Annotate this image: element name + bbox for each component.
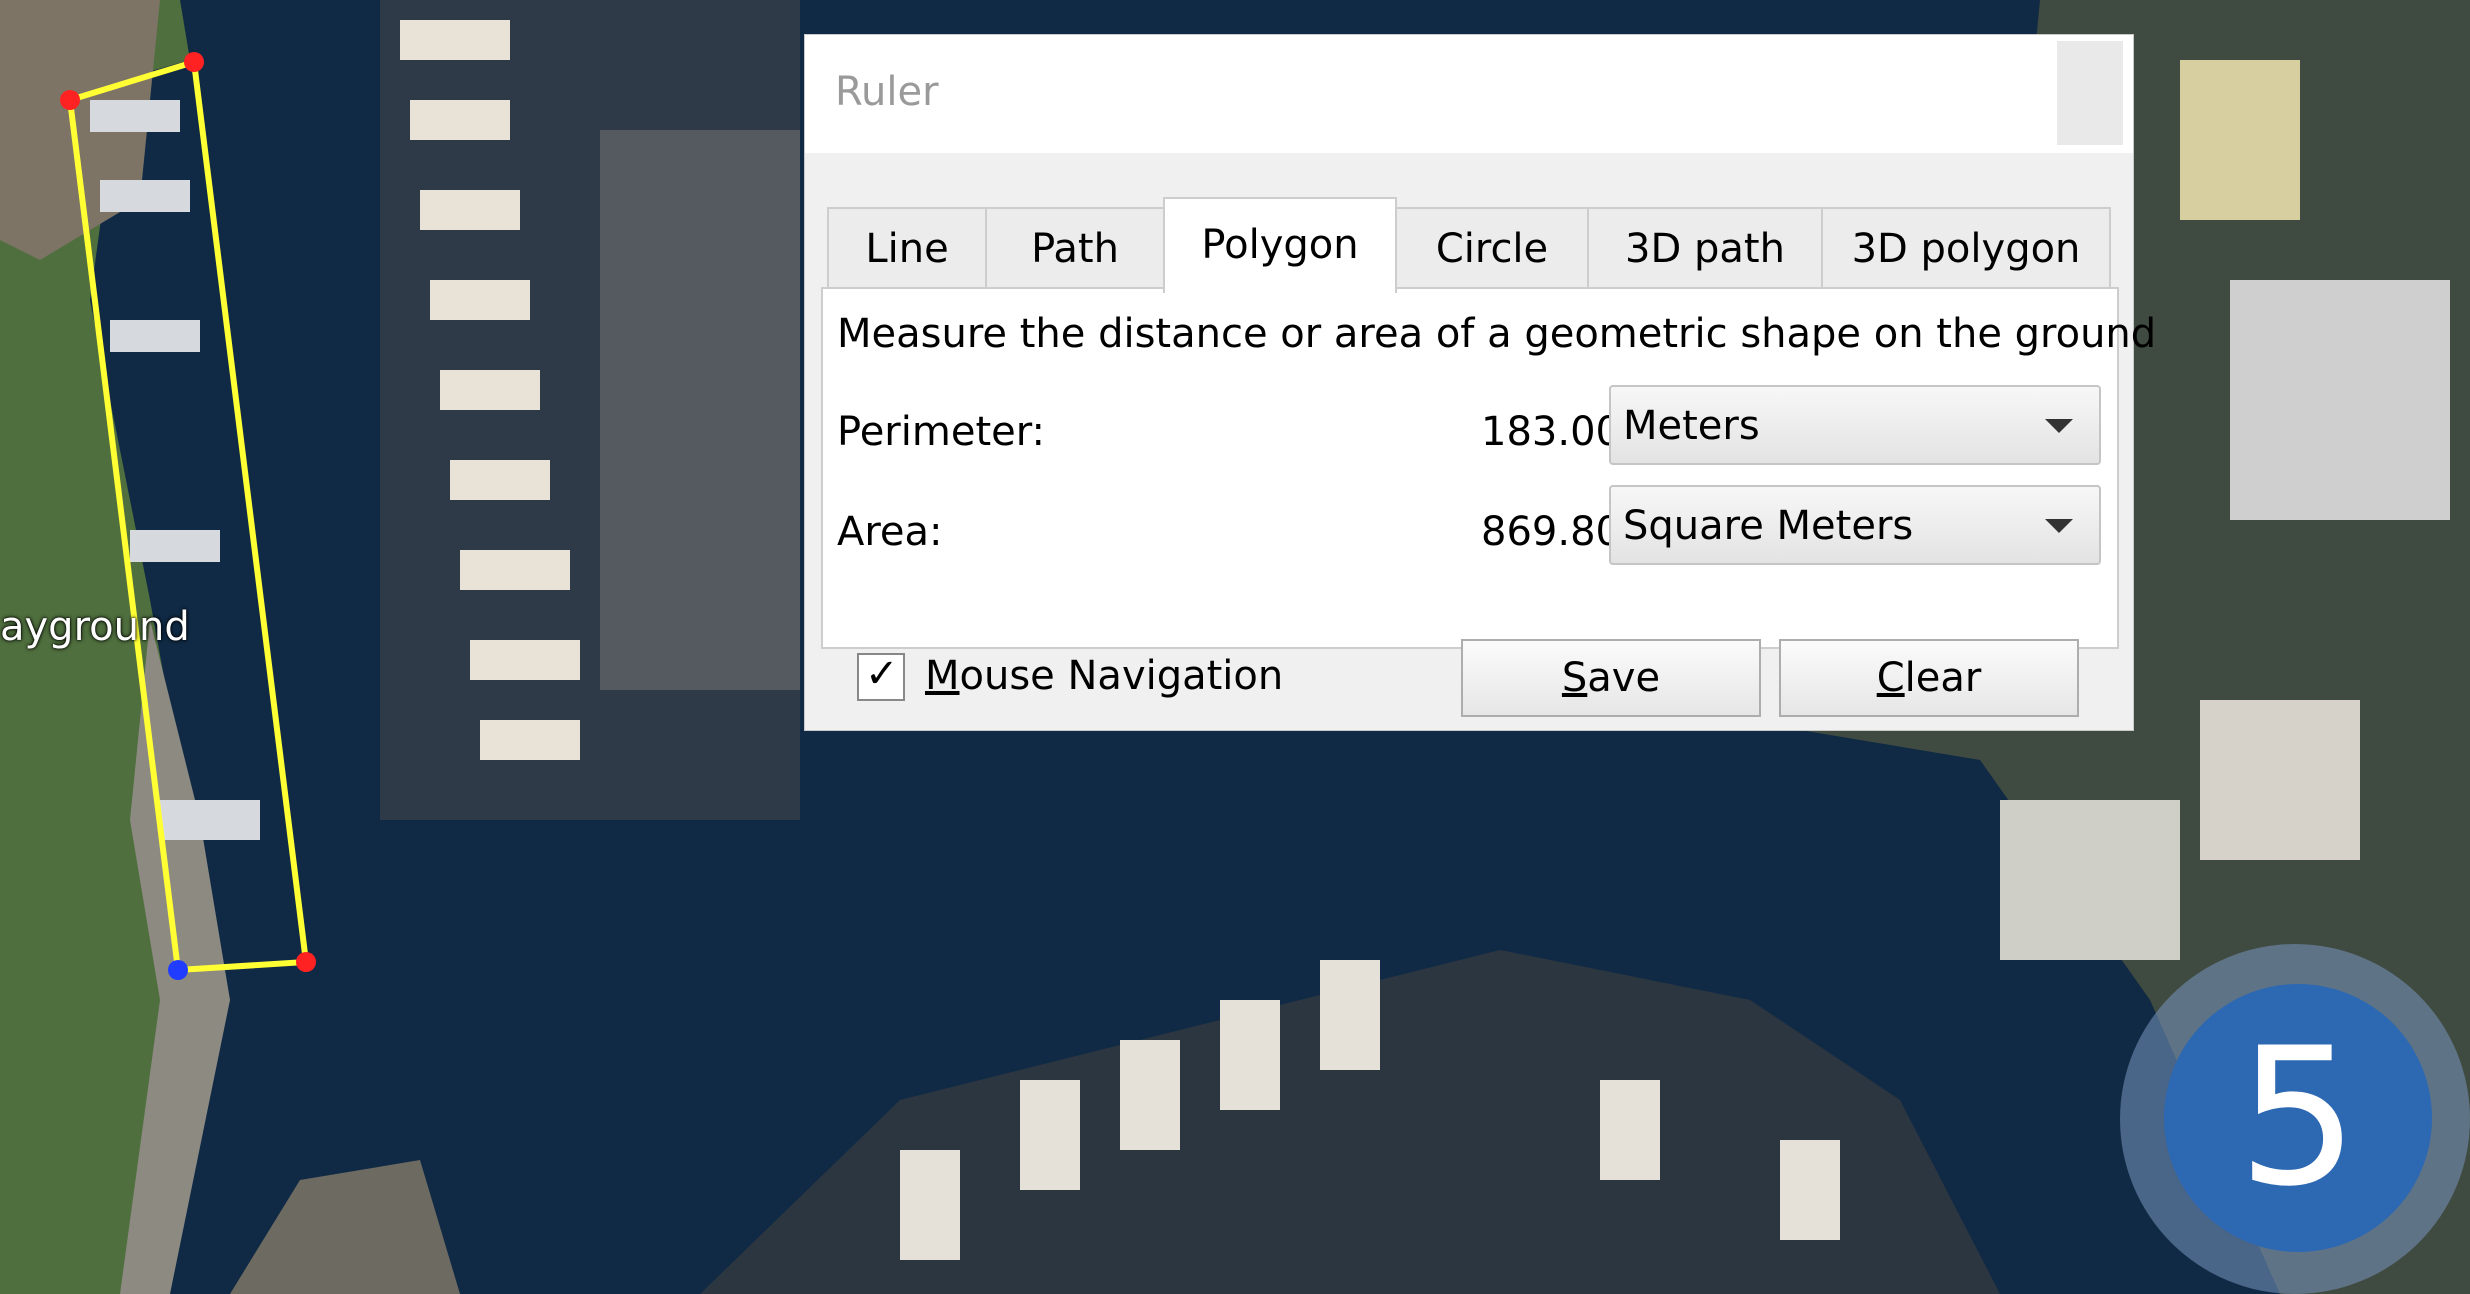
polygon-vertex[interactable]	[184, 52, 204, 72]
east-building-4	[2200, 700, 2360, 860]
checkmark-icon: ✓	[865, 651, 899, 697]
east-building	[2230, 280, 2450, 520]
mouse-navigation-checkbox[interactable]: ✓	[857, 651, 905, 701]
map-place-label: ayground	[0, 604, 190, 650]
dialog-titlebar[interactable]: Ruler	[805, 35, 2133, 153]
tab-bar: Line Path Polygon Circle 3D path 3D poly…	[821, 167, 2121, 293]
perimeter-unit-value: Meters	[1623, 403, 1760, 449]
chevron-down-icon	[2045, 519, 2073, 533]
perimeter-value: 183.00	[1481, 409, 1621, 455]
east-building-2	[2180, 60, 2300, 220]
tab-path[interactable]: Path	[985, 207, 1165, 291]
dialog-title: Ruler	[835, 69, 939, 115]
area-unit-select[interactable]: Square Meters	[1609, 485, 2101, 565]
area-label: Area:	[837, 509, 943, 555]
tab-3d-path[interactable]: 3D path	[1587, 207, 1823, 291]
step-badge: 5	[2164, 984, 2432, 1252]
tab-circle[interactable]: Circle	[1395, 207, 1589, 291]
save-button[interactable]: Save	[1461, 639, 1761, 717]
polygon-vertex[interactable]	[296, 952, 316, 972]
tab-polygon[interactable]: Polygon	[1163, 197, 1397, 293]
close-button[interactable]	[2057, 41, 2123, 145]
area-unit-value: Square Meters	[1623, 503, 1914, 549]
perimeter-label: Perimeter:	[837, 409, 1045, 455]
chevron-down-icon	[2045, 419, 2073, 433]
east-building-3	[2000, 800, 2180, 960]
perimeter-unit-select[interactable]: Meters	[1609, 385, 2101, 465]
description-text: Measure the distance or area of a geomet…	[837, 311, 2157, 357]
tab-3d-polygon[interactable]: 3D polygon	[1821, 207, 2111, 291]
parking-lot	[600, 130, 800, 690]
ruler-dialog: Ruler Line Path Polygon Circle 3D path 3…	[804, 34, 2156, 731]
polygon-vertex[interactable]	[60, 90, 80, 110]
polygon-panel: Measure the distance or area of a geomet…	[821, 287, 2156, 649]
mouse-navigation-label[interactable]: Mouse Navigation	[925, 653, 1283, 699]
tab-line[interactable]: Line	[827, 207, 987, 291]
clear-button[interactable]: Clear	[1779, 639, 2079, 717]
polygon-start-vertex[interactable]	[168, 960, 188, 980]
area-value: 869.80	[1481, 509, 1621, 555]
